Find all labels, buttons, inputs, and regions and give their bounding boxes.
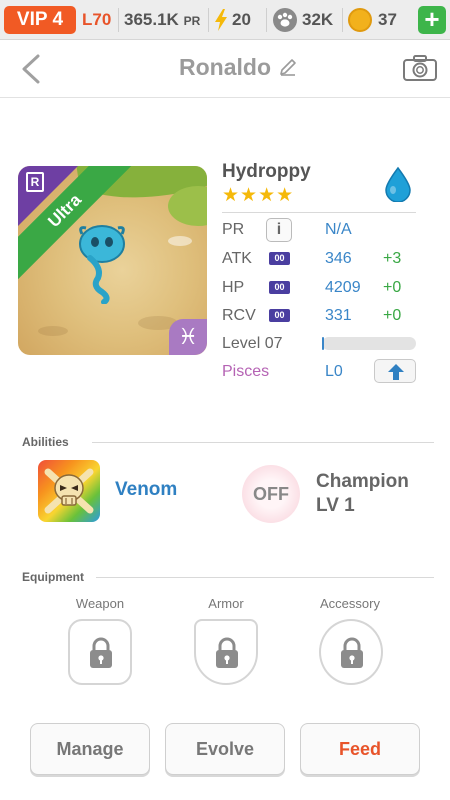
edit-pencil-icon[interactable] (278, 57, 298, 77)
monster-species-name: Hydroppy (222, 161, 311, 182)
accessory-label: Accessory (320, 596, 380, 611)
coin-icon (348, 8, 372, 32)
camera-icon[interactable] (402, 54, 438, 82)
rank-badge: R (26, 172, 44, 192)
atk-label: ATK (222, 250, 252, 267)
ground-mark (168, 236, 192, 246)
divider (96, 577, 434, 578)
zodiac-label: Pisces (222, 363, 270, 380)
water-element-icon (385, 166, 411, 202)
level-progress-bar (322, 337, 416, 350)
hp-label: HP (222, 279, 245, 296)
abilities-heading: Abilities (22, 435, 69, 449)
ability-off-toggle[interactable]: OFF (242, 465, 300, 523)
page-title: Ronaldo (0, 54, 450, 81)
feed-button[interactable]: Feed (300, 723, 420, 775)
power-value: 365.1K (124, 10, 179, 29)
add-currency-button[interactable]: + (418, 6, 446, 34)
venom-ability-icon[interactable] (38, 460, 100, 522)
zodiac-level: L0 (325, 363, 343, 380)
food-count: 32K (302, 10, 334, 29)
champion-level: LV 1 (316, 495, 355, 516)
divider (222, 212, 416, 213)
rcv-value: 331 (325, 307, 352, 324)
hp-value: 4209 (325, 279, 361, 296)
hp-rune-badge: 00 (269, 281, 290, 294)
monster-portrait-card[interactable]: Ultra R ♓ (18, 166, 207, 355)
divider (92, 442, 434, 443)
rcv-rune-badge: 00 (269, 309, 290, 322)
power-rating: 365.1K PR (124, 10, 200, 31)
lock-icon (90, 637, 112, 668)
hp-bonus: +0 (383, 279, 402, 296)
armor-label: Armor (208, 596, 244, 611)
champion-title: Champion (316, 471, 409, 492)
divider (266, 8, 267, 32)
star-rating: ★★★★ (222, 185, 295, 206)
info-button[interactable]: i (266, 218, 292, 242)
ground-mark (38, 326, 68, 336)
atk-value: 346 (325, 250, 352, 267)
weapon-slot[interactable] (68, 619, 132, 685)
up-arrow-icon (388, 364, 404, 380)
divider (342, 8, 343, 32)
manage-button[interactable]: Manage (30, 723, 150, 775)
power-suffix: PR (183, 14, 201, 28)
armor-slot[interactable] (194, 619, 258, 685)
header: Ronaldo (0, 40, 450, 98)
energy-count: 20 (232, 10, 251, 29)
accessory-slot[interactable] (319, 619, 383, 685)
atk-bonus: +3 (383, 250, 402, 267)
evolve-button[interactable]: Evolve (165, 723, 285, 775)
upgrade-button[interactable] (374, 359, 416, 383)
ability-name[interactable]: Venom (115, 479, 177, 501)
status-bar: VIP 4 L70 365.1K PR 20 32K 37 + (0, 0, 450, 40)
divider (208, 8, 209, 32)
champion-ability: Champion LV 1 (316, 470, 409, 518)
lock-icon (216, 637, 238, 668)
level-progress-fill (322, 337, 324, 350)
vip-badge[interactable]: VIP 4 (4, 6, 76, 34)
divider (118, 8, 119, 32)
pisces-icon: ♓ (169, 319, 207, 355)
level-label: Level 07 (222, 335, 283, 352)
pr-value: N/A (325, 221, 352, 238)
player-level: L70 (82, 10, 112, 29)
pr-label: PR (222, 221, 245, 238)
lightning-icon (215, 9, 227, 31)
monster-nickname[interactable]: Ronaldo (179, 54, 271, 81)
monster-sprite (79, 225, 125, 304)
lock-icon (341, 637, 363, 668)
rcv-bonus: +0 (383, 307, 402, 324)
coin-count: 37 (378, 10, 397, 29)
skull-crossbones-icon (44, 468, 94, 514)
weapon-label: Weapon (75, 596, 125, 611)
rcv-label: RCV (222, 307, 256, 324)
paw-icon (273, 8, 297, 32)
atk-rune-badge: 00 (269, 252, 290, 265)
equipment-heading: Equipment (22, 570, 84, 584)
